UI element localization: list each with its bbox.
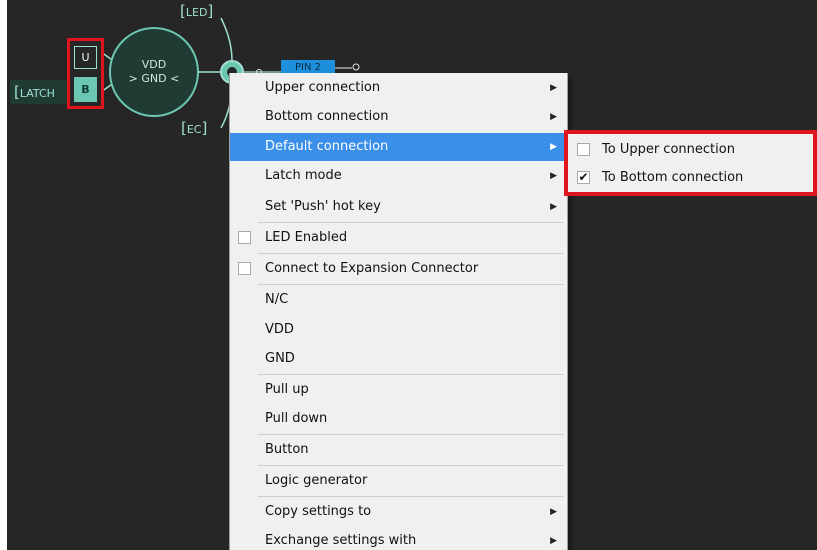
menu-item-label: Pull down xyxy=(265,411,328,426)
submenu-arrow-icon: ▶ xyxy=(550,536,557,546)
menu-item-label: Exchange settings with xyxy=(265,533,417,548)
menu-item-led-enabled[interactable]: LED Enabled xyxy=(230,224,567,252)
menu-item-pull-down[interactable]: Pull down xyxy=(230,405,567,433)
submenu-arrow-icon: ▶ xyxy=(550,142,557,152)
menu-item-set-push-hot-key[interactable]: Set 'Push' hot key ▶ xyxy=(230,193,567,221)
screenshot-stage: [LED] [EC] [LATCH U B VDD > GND < PIN 2 … xyxy=(0,0,817,550)
menu-separator xyxy=(258,253,564,254)
bottom-connection-cell[interactable]: B xyxy=(74,77,97,102)
menu-separator xyxy=(258,284,564,285)
menu-item-logic-generator[interactable]: Logic generator xyxy=(230,467,567,495)
submenu-arrow-icon: ▶ xyxy=(550,171,557,181)
menu-item-label: VDD xyxy=(265,322,294,337)
menu-item-label: N/C xyxy=(265,292,289,307)
menu-item-label: LED Enabled xyxy=(265,230,348,245)
led-tag: [LED] xyxy=(180,2,214,20)
expansion-connector-checkbox[interactable] xyxy=(238,262,251,275)
upper-connection-cell[interactable]: U xyxy=(74,46,97,69)
submenu-item-to-bottom[interactable]: ✔ To Bottom connection xyxy=(568,164,817,192)
menu-separator xyxy=(258,465,564,466)
menu-item-label: Connect to Expansion Connector xyxy=(265,261,479,276)
menu-item-exchange-settings[interactable]: Exchange settings with ▶ xyxy=(230,527,567,550)
menu-item-label: Button xyxy=(265,442,309,457)
menu-item-label: Copy settings to xyxy=(265,504,372,519)
menu-item-button[interactable]: Button xyxy=(230,436,567,464)
menu-item-copy-settings[interactable]: Copy settings to ▶ xyxy=(230,498,567,526)
menu-item-gnd[interactable]: GND xyxy=(230,345,567,373)
menu-item-nc[interactable]: N/C xyxy=(230,286,567,314)
latch-label: LATCH xyxy=(19,87,55,100)
checkmark-icon[interactable]: ✔ xyxy=(577,171,590,184)
latch-block[interactable]: [LATCH xyxy=(10,80,67,104)
led-tag-label: LED xyxy=(185,6,208,19)
menu-item-label: Set 'Push' hot key xyxy=(265,199,381,214)
submenu-item-label: To Upper connection xyxy=(602,142,735,157)
menu-separator xyxy=(258,222,564,223)
submenu-arrow-icon: ▶ xyxy=(550,202,557,212)
context-menu: Upper connection ▶ Bottom connection ▶ D… xyxy=(229,73,568,550)
menu-item-latch-mode[interactable]: Latch mode ▶ xyxy=(230,162,567,190)
menu-item-label: Logic generator xyxy=(265,473,368,488)
menu-separator xyxy=(258,496,564,497)
submenu-arrow-icon: ▶ xyxy=(550,112,557,122)
submenu-item-label: To Bottom connection xyxy=(602,170,744,185)
led-enabled-checkbox[interactable] xyxy=(238,231,251,244)
menu-item-connect-expansion[interactable]: Connect to Expansion Connector xyxy=(230,255,567,283)
ec-tag: [EC] xyxy=(181,119,208,137)
upper-bottom-selector: U B xyxy=(67,38,104,109)
menu-separator xyxy=(258,434,564,435)
menu-item-bottom-connection[interactable]: Bottom connection ▶ xyxy=(230,103,567,131)
default-connection-submenu: To Upper connection ✔ To Bottom connecti… xyxy=(564,130,817,196)
submenu-arrow-icon: ▶ xyxy=(550,507,557,517)
menu-item-label: Default connection xyxy=(265,139,389,154)
to-upper-checkbox[interactable] xyxy=(577,143,590,156)
menu-separator xyxy=(258,374,564,375)
vdd-label: VDD xyxy=(141,58,167,71)
gnd-label: > GND < xyxy=(128,72,180,85)
vdd-gnd-text: VDD > GND < xyxy=(112,58,196,86)
menu-item-upper-connection[interactable]: Upper connection ▶ xyxy=(230,74,567,102)
menu-item-label: Latch mode xyxy=(265,168,342,183)
menu-item-vdd[interactable]: VDD xyxy=(230,316,567,344)
menu-item-label: Pull up xyxy=(265,382,309,397)
menu-item-label: GND xyxy=(265,351,295,366)
submenu-item-to-upper[interactable]: To Upper connection xyxy=(568,136,817,164)
ec-tag-label: EC xyxy=(186,123,202,136)
submenu-arrow-icon: ▶ xyxy=(550,83,557,93)
menu-item-label: Bottom connection xyxy=(265,109,389,124)
menu-item-label: Upper connection xyxy=(265,80,381,95)
menu-item-default-connection[interactable]: Default connection ▶ xyxy=(230,133,567,161)
menu-item-pull-up[interactable]: Pull up xyxy=(230,376,567,404)
